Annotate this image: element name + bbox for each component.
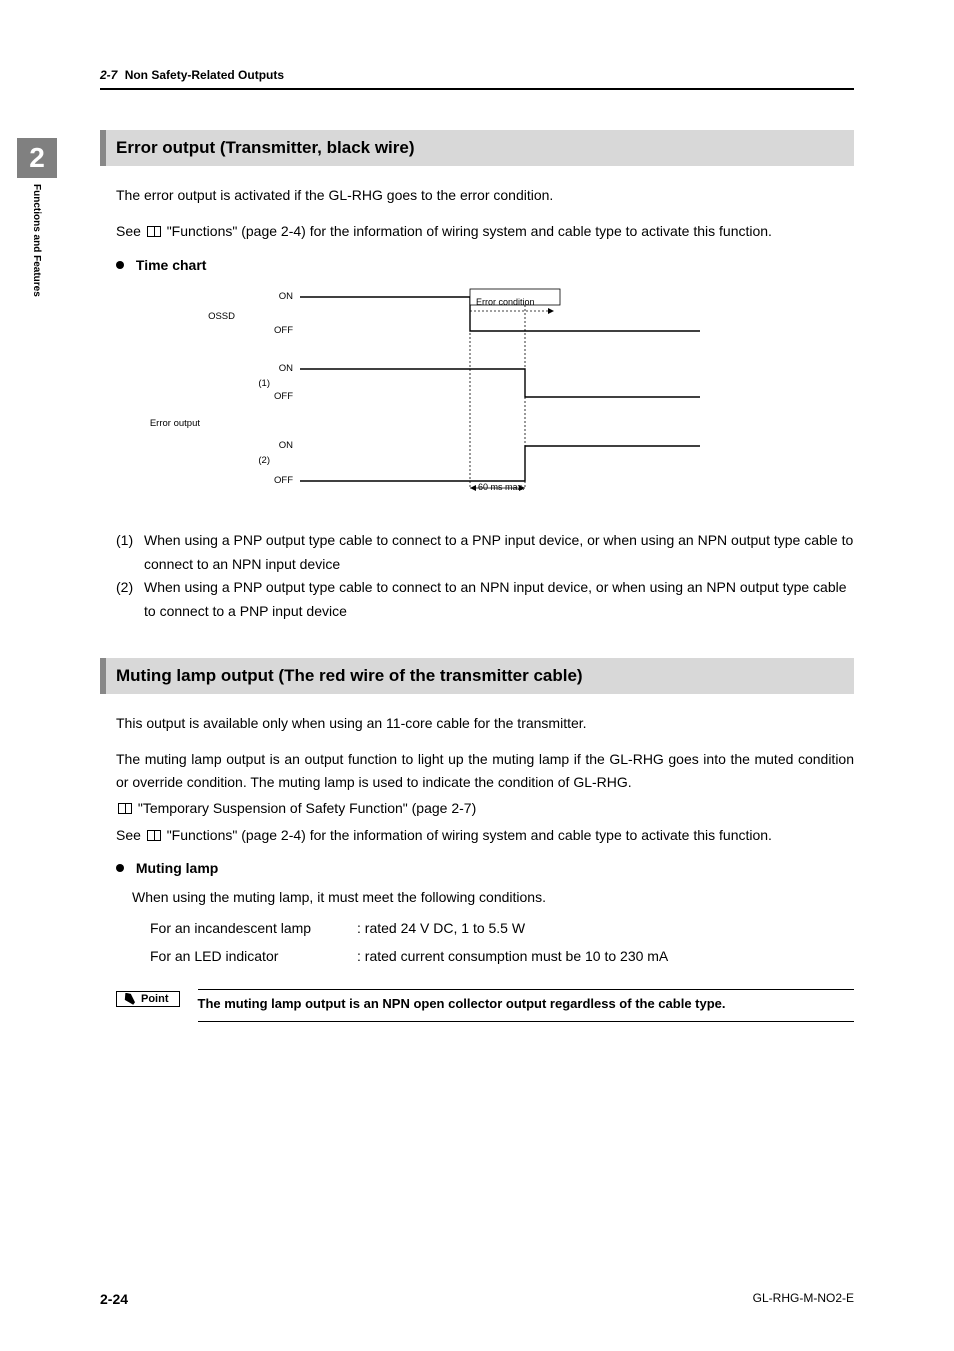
muting-desc-1: This output is available only when using…: [116, 712, 854, 734]
chapter-side-tab: 2 Functions and Features: [17, 138, 57, 297]
muting-desc-2: The muting lamp output is an output func…: [116, 748, 854, 793]
book-icon: [118, 803, 132, 814]
chapter-number: 2: [17, 138, 57, 178]
muting-ref-1: "Temporary Suspension of Safety Function…: [116, 797, 854, 819]
running-head: 2-7 Non Safety-Related Outputs: [100, 68, 854, 82]
timing-chart: OSSD Error output (1) (2) ON OFF ON OFF …: [140, 283, 770, 503]
page-footer: 2-24 GL-RHG-M-NO2-E: [100, 1291, 854, 1307]
header-rule: [100, 88, 854, 90]
text: See: [116, 827, 141, 843]
point-callout: Point The muting lamp output is an NPN o…: [116, 989, 854, 1022]
chart-off: OFF: [265, 325, 293, 336]
timing-chart-svg: [300, 283, 730, 498]
pen-icon: [123, 993, 135, 1005]
muting-conditions-intro: When using the muting lamp, it must meet…: [132, 886, 854, 908]
chart-on: ON: [265, 363, 293, 374]
chart-annotation-delay: 60 ms max.: [478, 482, 525, 492]
spec-label: For an LED indicator: [150, 944, 355, 969]
chart-variant-2: (2): [240, 455, 270, 466]
heading-muting-lamp-output: Muting lamp output (The red wire of the …: [100, 658, 854, 694]
chart-on: ON: [265, 440, 293, 451]
chart-off: OFF: [265, 391, 293, 402]
text: See: [116, 223, 141, 239]
chart-note-2: (2) When using a PNP output type cable t…: [116, 576, 854, 624]
muting-ref-2: See "Functions" (page 2-4) for the infor…: [116, 824, 854, 846]
chart-notes: (1) When using a PNP output type cable t…: [116, 529, 854, 624]
section-number: 2-7: [100, 68, 117, 82]
chart-on: ON: [265, 291, 293, 302]
section-title: Non Safety-Related Outputs: [125, 68, 284, 82]
spec-row: For an LED indicator : rated current con…: [150, 944, 668, 969]
spec-label: For an incandescent lamp: [150, 916, 355, 941]
text: "Temporary Suspension of Safety Function…: [138, 800, 476, 816]
book-icon: [147, 226, 161, 237]
subheading-text: Time chart: [136, 257, 207, 273]
subheading-text: Muting lamp: [136, 860, 218, 876]
note-text: When using a PNP output type cable to co…: [144, 576, 854, 624]
book-icon: [147, 830, 161, 841]
chart-note-1: (1) When using a PNP output type cable t…: [116, 529, 854, 577]
muting-lamp-specs: For an incandescent lamp : rated 24 V DC…: [148, 914, 670, 970]
chapter-label: Functions and Features: [17, 178, 42, 297]
chart-label-error-output: Error output: [140, 418, 200, 429]
bullet-icon: [116, 864, 124, 872]
subheading-time-chart: Time chart: [116, 257, 854, 273]
point-badge: Point: [116, 991, 180, 1007]
point-rule-bottom: [198, 1021, 855, 1022]
bullet-icon: [116, 261, 124, 269]
point-label: Point: [141, 993, 169, 1005]
doc-id: GL-RHG-M-NO2-E: [753, 1291, 854, 1307]
heading-error-output: Error output (Transmitter, black wire): [100, 130, 854, 166]
text: "Functions" (page 2-4) for the informati…: [167, 223, 772, 239]
chart-label-ossd: OSSD: [140, 311, 235, 322]
error-output-desc-1: The error output is activated if the GL-…: [116, 184, 854, 206]
note-text: When using a PNP output type cable to co…: [144, 529, 854, 577]
chart-off: OFF: [265, 475, 293, 486]
spec-value: : rated current consumption must be 10 t…: [357, 944, 668, 969]
spec-row: For an incandescent lamp : rated 24 V DC…: [150, 916, 668, 941]
chart-variant-1: (1): [240, 378, 270, 389]
note-tag: (1): [116, 529, 144, 577]
page-number: 2-24: [100, 1291, 128, 1307]
error-output-desc-2: See "Functions" (page 2-4) for the infor…: [116, 220, 854, 242]
subheading-muting-lamp: Muting lamp: [116, 860, 854, 876]
chart-annotation-error: Error condition: [476, 297, 535, 307]
spec-value: : rated 24 V DC, 1 to 5.5 W: [357, 916, 668, 941]
note-tag: (2): [116, 576, 144, 624]
text: "Functions" (page 2-4) for the informati…: [167, 827, 772, 843]
point-text: The muting lamp output is an NPN open co…: [198, 990, 855, 1021]
